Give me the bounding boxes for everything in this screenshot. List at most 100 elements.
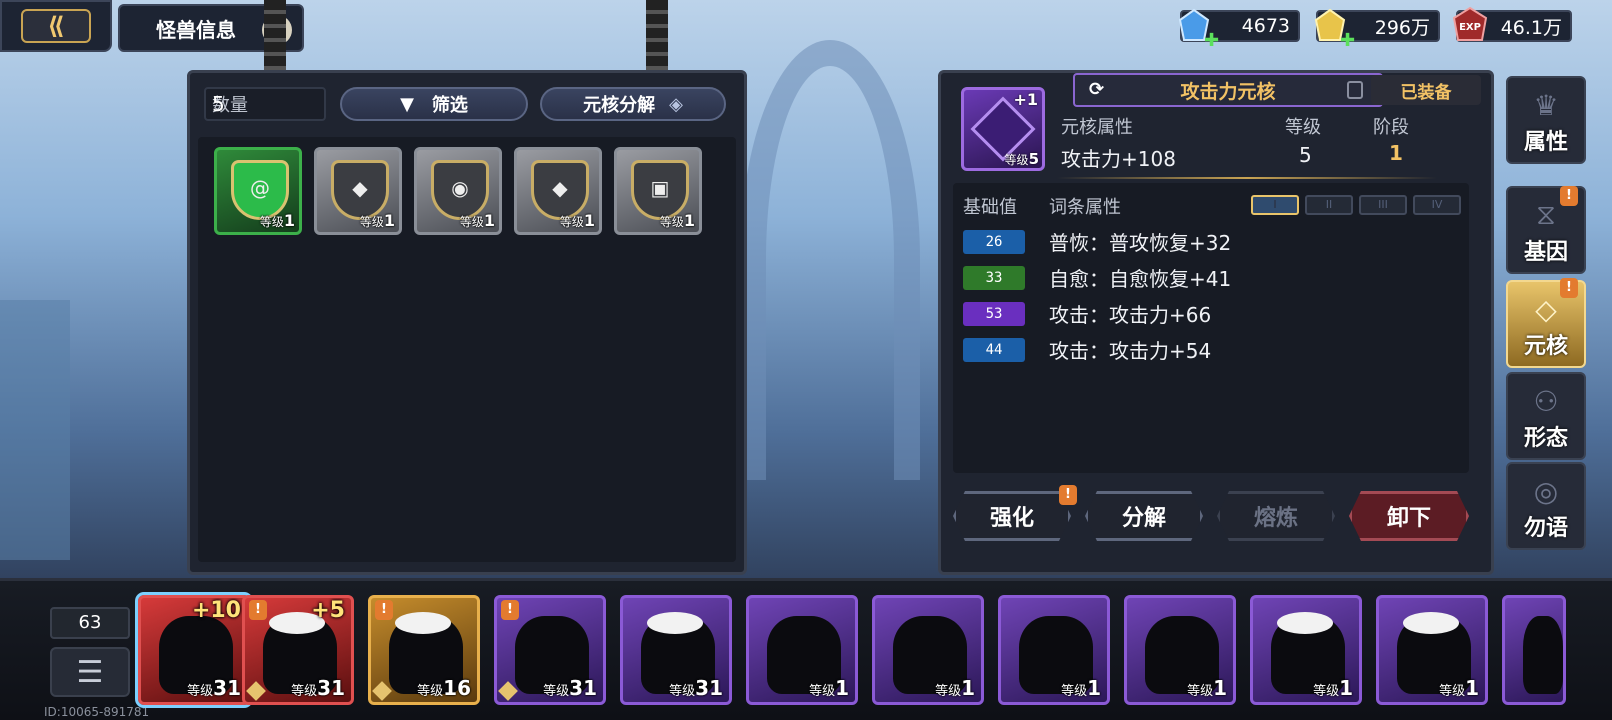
filter-label: 筛选 <box>431 95 468 116</box>
tier-selector[interactable]: I II III IV <box>1251 195 1461 215</box>
card-level: 等级1 <box>1313 676 1353 700</box>
affix-header: 词条属性 <box>1049 197 1121 218</box>
unequip-label: 卸下 <box>1386 506 1431 531</box>
list-menu-button[interactable]: ☰ <box>50 647 130 697</box>
base-header: 基础值 <box>963 197 1017 218</box>
currency-exp: EXP 46.1万 <box>1452 6 1572 42</box>
gold-divider <box>1057 177 1437 179</box>
decompose-button-label: 分解 <box>1121 506 1166 531</box>
quantity-value: 5 <box>212 92 225 116</box>
stage-header: 阶段 <box>1373 117 1409 138</box>
card-level: 等级1 <box>809 676 849 700</box>
tab-label: 元核 <box>1523 334 1568 359</box>
core-item-level: 等级1 <box>459 211 495 230</box>
tab-speech[interactable]: ◎ 勿语 <box>1506 462 1586 550</box>
monster-card[interactable]: ! 等级31 <box>494 595 606 705</box>
core-alert-icon: ! <box>1560 278 1578 298</box>
card-level: 等级16 <box>417 676 471 700</box>
level-header: 等级 <box>1285 117 1321 138</box>
smelt-label: 熔炼 <box>1253 506 1298 531</box>
monster-card[interactable]: 等级1 <box>1250 595 1362 705</box>
monster-card[interactable]: 等级1 <box>872 595 984 705</box>
tier-tab[interactable]: III <box>1359 195 1407 215</box>
monster-card[interactable]: 等级31 <box>620 595 732 705</box>
monster-card[interactable]: +10 等级31 <box>135 592 253 708</box>
filter-button[interactable]: ▼ 筛选 <box>340 87 528 121</box>
core-emblem-icon: ◆ <box>552 176 568 200</box>
core-icon: ◇ <box>1535 293 1557 326</box>
core-item-level: 等级1 <box>359 211 395 230</box>
monster-card[interactable]: 等级1 <box>1124 595 1236 705</box>
unequip-button[interactable]: 卸下 <box>1349 491 1469 541</box>
tab-attributes[interactable]: ♛ 属性 <box>1506 76 1586 164</box>
core-detail-level: 等级5 <box>1004 150 1039 168</box>
tab-form[interactable]: ⚇ 形态 <box>1506 372 1586 460</box>
monster-card[interactable]: 等级1 <box>746 595 858 705</box>
base-value-badge: 53 <box>963 301 1025 326</box>
tab-label: 基因 <box>1523 240 1568 265</box>
core-emblem-icon: ◉ <box>451 176 469 200</box>
core-item[interactable]: ◆ 等级1 <box>314 147 402 235</box>
monster-card[interactable]: ! 等级16 <box>368 595 480 705</box>
currency-gems[interactable]: ✚ 4673 <box>1178 8 1300 51</box>
affix-text: 攻击：攻击力+66 <box>1049 303 1212 327</box>
affix-row: 44 攻击：攻击力+54 <box>963 335 1211 364</box>
chain-decoration-left <box>264 0 286 72</box>
core-plus-value: +1 <box>1013 90 1038 109</box>
core-emblem-icon: ◆ <box>352 176 368 200</box>
monster-roster-bar: 63 ☰ ID:10065-891781 +10 等级31 ! +5 等级31 … <box>0 578 1612 720</box>
card-level: 等级31 <box>543 676 597 700</box>
affix-text: 攻击：攻击力+54 <box>1049 339 1212 363</box>
tab-label: 属性 <box>1523 130 1568 155</box>
tab-label: 勿语 <box>1523 516 1568 541</box>
lock-icon[interactable] <box>1347 81 1363 99</box>
monster-card[interactable]: ! +5 等级31 <box>242 595 354 705</box>
tier-tab[interactable]: I <box>1251 195 1299 215</box>
page-title: 怪兽信息 <box>156 17 236 42</box>
core-item-grid: @ 等级1 ◆ 等级1 ◉ 等级1 ◆ 等级1 ▣ 等级1 <box>198 137 736 562</box>
card-plus: +10 <box>191 598 241 623</box>
decompose-button[interactable]: 分解 <box>1085 491 1203 541</box>
core-item[interactable]: @ 等级1 <box>214 147 302 235</box>
add-gold-icon[interactable]: ✚ <box>1340 30 1355 51</box>
monster-count: 63 <box>50 607 130 639</box>
strengthen-alert-icon: ! <box>1059 485 1077 505</box>
monster-silhouette <box>1523 616 1563 694</box>
card-level: 等级31 <box>669 676 723 700</box>
monster-card[interactable]: 等级1 <box>998 595 1110 705</box>
stage-value: 1 <box>1389 141 1403 165</box>
rank-star-icon <box>372 681 392 701</box>
back-arrow-icon: ⟪ <box>21 9 91 43</box>
currency-gold[interactable]: ✚ 296万 <box>1314 8 1440 51</box>
level-value: 5 <box>1299 143 1312 167</box>
strengthen-button[interactable]: 强化 <box>953 491 1071 541</box>
card-alert-icon: ! <box>249 600 267 620</box>
card-level: 等级1 <box>1439 676 1479 700</box>
decompose-cores-button[interactable]: 元核分解 ◈ <box>540 87 726 121</box>
card-level: 等级1 <box>1187 676 1227 700</box>
background-arch <box>740 40 920 480</box>
monster-card[interactable]: 等级1 <box>1376 595 1488 705</box>
monster-card[interactable] <box>1502 595 1566 705</box>
affix-text: 普恢：普攻恢复+32 <box>1049 231 1232 255</box>
base-value-badge: 44 <box>963 337 1025 362</box>
dna-icon: ⧖ <box>1536 198 1556 231</box>
core-item-level: 等级1 <box>259 211 295 230</box>
tier-tab[interactable]: IV <box>1413 195 1461 215</box>
user-id: ID:10065-891781 <box>44 705 150 719</box>
back-button[interactable]: ⟪ <box>0 0 112 52</box>
core-item[interactable]: ◉ 等级1 <box>414 147 502 235</box>
refresh-icon[interactable]: ⟳ <box>1089 79 1104 100</box>
core-item[interactable]: ▣ 等级1 <box>614 147 702 235</box>
equipped-badge: 已装备 <box>1371 75 1481 105</box>
smelt-button[interactable]: 熔炼 <box>1217 491 1335 541</box>
affix-row: 26 普恢：普攻恢复+32 <box>963 227 1231 256</box>
core-name: 攻击力元核 <box>1180 80 1276 103</box>
core-item-level: 等级1 <box>659 211 695 230</box>
tier-tab[interactable]: II <box>1305 195 1353 215</box>
strengthen-label: 强化 <box>989 506 1034 531</box>
core-detail-icon: +1 等级5 <box>961 87 1045 171</box>
chain-decoration-right <box>646 0 668 72</box>
add-gems-icon[interactable]: ✚ <box>1204 30 1219 51</box>
core-item[interactable]: ◆ 等级1 <box>514 147 602 235</box>
